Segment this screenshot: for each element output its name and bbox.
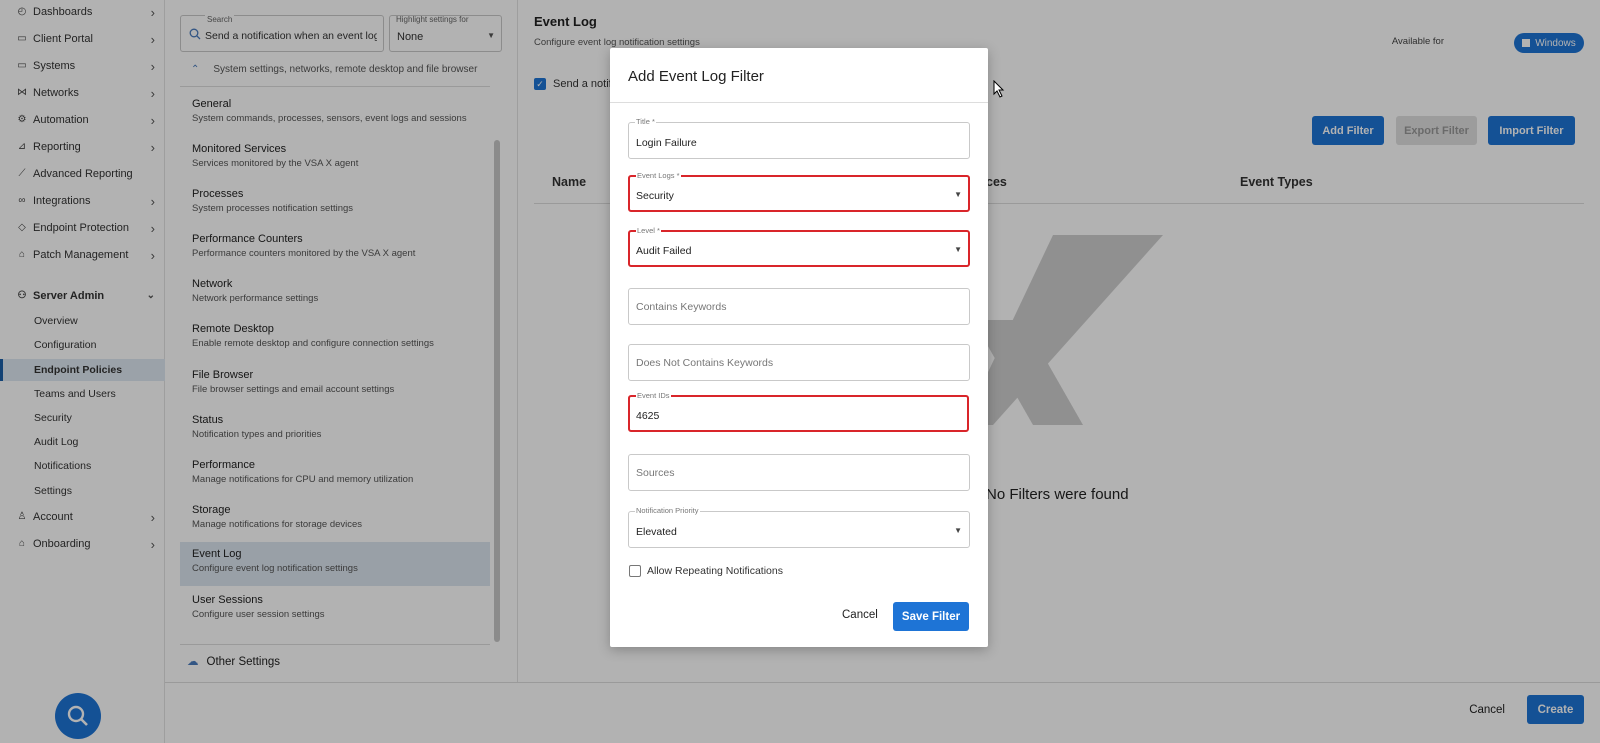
field-label: Notification Priority bbox=[635, 506, 700, 515]
caret-down-icon: ▼ bbox=[954, 190, 962, 199]
field-placeholder: Sources bbox=[636, 467, 675, 479]
field-value: Elevated bbox=[636, 526, 677, 538]
field-value: 4625 bbox=[636, 410, 660, 422]
event-logs-select[interactable]: Event Logs * Security ▼ bbox=[628, 171, 970, 212]
contains-keywords-input[interactable]: Contains Keywords bbox=[628, 288, 970, 325]
field-value: Security bbox=[636, 190, 674, 202]
dialog-cancel-button[interactable]: Cancel bbox=[842, 609, 878, 621]
field-label: Title * bbox=[635, 117, 656, 126]
allow-repeating-label: Allow Repeating Notifications bbox=[647, 565, 783, 577]
notification-priority-select[interactable]: Notification Priority Elevated ▼ bbox=[628, 506, 970, 548]
caret-down-icon: ▼ bbox=[954, 245, 962, 254]
mouse-cursor-icon bbox=[993, 80, 1005, 98]
dialog-divider bbox=[610, 102, 988, 103]
caret-down-icon: ▼ bbox=[954, 526, 962, 535]
title-field[interactable]: Title * Login Failure bbox=[628, 117, 970, 159]
add-event-log-filter-dialog: Add Event Log Filter Title * Login Failu… bbox=[610, 48, 988, 647]
field-placeholder: Does Not Contains Keywords bbox=[636, 357, 774, 369]
level-select[interactable]: Level * Audit Failed ▼ bbox=[628, 226, 970, 267]
allow-repeating-checkbox[interactable] bbox=[629, 565, 641, 577]
dialog-title: Add Event Log Filter bbox=[628, 68, 764, 85]
field-value: Login Failure bbox=[636, 137, 697, 149]
sources-input[interactable]: Sources bbox=[628, 454, 970, 491]
save-filter-button[interactable]: Save Filter bbox=[893, 602, 969, 631]
field-label: Event Logs * bbox=[636, 171, 681, 180]
field-value: Audit Failed bbox=[636, 245, 692, 257]
event-ids-input[interactable]: Event IDs 4625 bbox=[628, 391, 969, 432]
field-placeholder: Contains Keywords bbox=[636, 301, 727, 313]
field-label: Event IDs bbox=[636, 391, 671, 400]
field-label: Level * bbox=[636, 226, 661, 235]
not-contains-keywords-input[interactable]: Does Not Contains Keywords bbox=[628, 344, 970, 381]
